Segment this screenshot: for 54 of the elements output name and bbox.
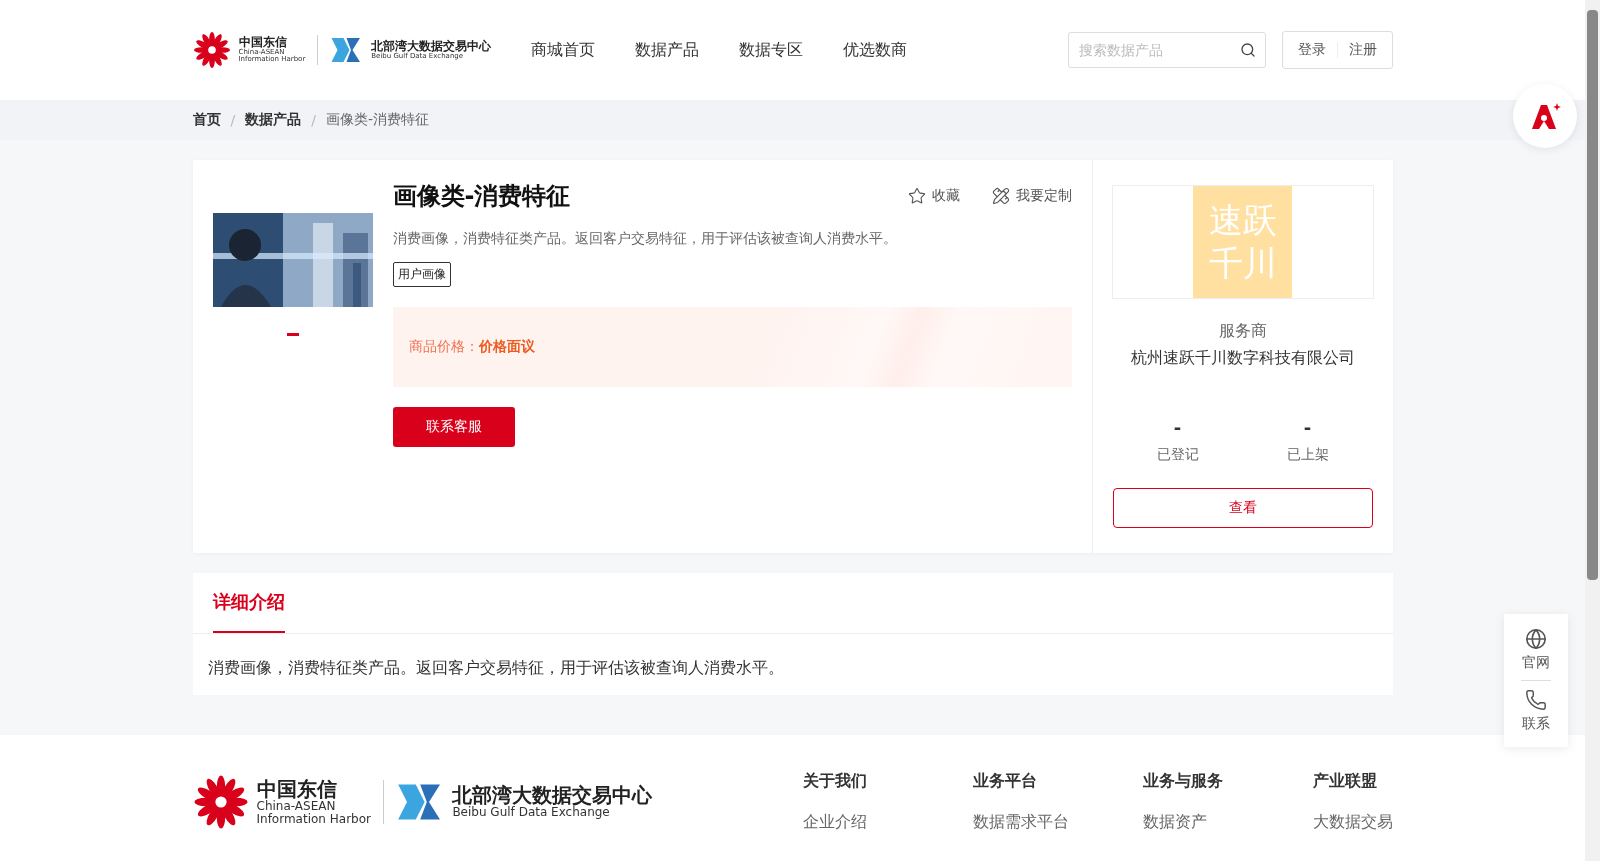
logo-subtitle: Information Harbor (256, 812, 371, 826)
footer-heading: 业务平台 (972, 771, 1038, 792)
logo-title: 中国东信 (256, 778, 338, 800)
footer-link[interactable]: 大数据交易 (1312, 812, 1393, 833)
nav-link[interactable]: 数据产品 (635, 39, 700, 61)
logo-subtitle: Beibu Gulf Data Exchange (452, 806, 611, 819)
search-icon[interactable] (1239, 42, 1256, 58)
product-description: 消费画像，消费特征类产品。返回客户交易特征，用于评估该被查询人消费水平。 (392, 230, 898, 248)
pencil-ruler-icon (991, 187, 1010, 205)
logo-title: 北部湾大数据交易中心 (452, 785, 653, 807)
footer-heading: 业务与服务 (1142, 771, 1224, 792)
footer-link[interactable]: 数据需求平台 (972, 812, 1143, 833)
flower-logo-icon (192, 774, 249, 830)
breadcrumb-link[interactable]: 画像类-消费特征 (325, 111, 429, 129)
logo-title: 北部湾大数据交易中心 (371, 40, 492, 53)
stat-label: 已上架 (1286, 446, 1329, 464)
float-link[interactable]: 官网 (1522, 620, 1550, 680)
provider-name: 杭州速跃千川数字科技有限公司 (1130, 348, 1355, 369)
action-link[interactable]: 收藏 (907, 187, 960, 205)
product-tag: 用户画像 (392, 262, 451, 287)
logo-subtitle: China-ASEAN (256, 799, 336, 813)
flower-logo-icon (192, 31, 231, 69)
phone-icon (1525, 689, 1547, 711)
product-title: 画像类-消费特征 (392, 181, 572, 212)
star-icon (907, 187, 926, 205)
provider-logo-text: 速跃 (1208, 201, 1277, 239)
auth-link[interactable]: 注册 (1337, 41, 1388, 59)
stat-label: 已登记 (1156, 446, 1199, 464)
footer-heading: 产业联盟 (1312, 771, 1378, 792)
nav-link[interactable]: 商城首页 (531, 39, 596, 61)
breadcrumb-separator: / (311, 112, 316, 128)
action-link[interactable]: 我要定制 (991, 187, 1072, 205)
view-button[interactable]: 查看 (1112, 488, 1373, 528)
nav-link[interactable]: 优选数商 (843, 39, 908, 61)
detail-tab[interactable]: 详细介绍 (212, 573, 285, 633)
float-link[interactable]: 联系 (1522, 681, 1550, 741)
footer-link[interactable]: 数据资产 (1142, 812, 1313, 833)
footer-link[interactable]: 企业介绍 (802, 812, 973, 833)
stat-value: - (1303, 417, 1312, 438)
globe-icon (1525, 628, 1547, 650)
breadcrumb-separator: / (230, 112, 236, 128)
detail-text: 消费画像，消费特征类产品。返回客户交易特征，用于评估该被查询人消费水平。 (206, 657, 785, 679)
price-text: 商品价格：价格面议 (408, 338, 535, 356)
auth-link[interactable]: 登录 (1286, 41, 1337, 59)
logo-title: 中国东信 (238, 36, 288, 49)
contact-button[interactable]: 联系客服 (392, 407, 515, 447)
breadcrumb-link[interactable]: 数据产品 (245, 111, 302, 129)
stat-value: - (1173, 417, 1182, 438)
footer-heading: 关于我们 (802, 771, 868, 792)
search-field[interactable]: 搜索数据产品 (1067, 32, 1266, 68)
breadcrumb-link[interactable]: 首页 (192, 111, 221, 129)
provider-role: 服务商 (1218, 321, 1267, 342)
nav-link[interactable]: 数据专区 (739, 39, 804, 61)
provider-logo-text: 千川 (1208, 245, 1277, 283)
